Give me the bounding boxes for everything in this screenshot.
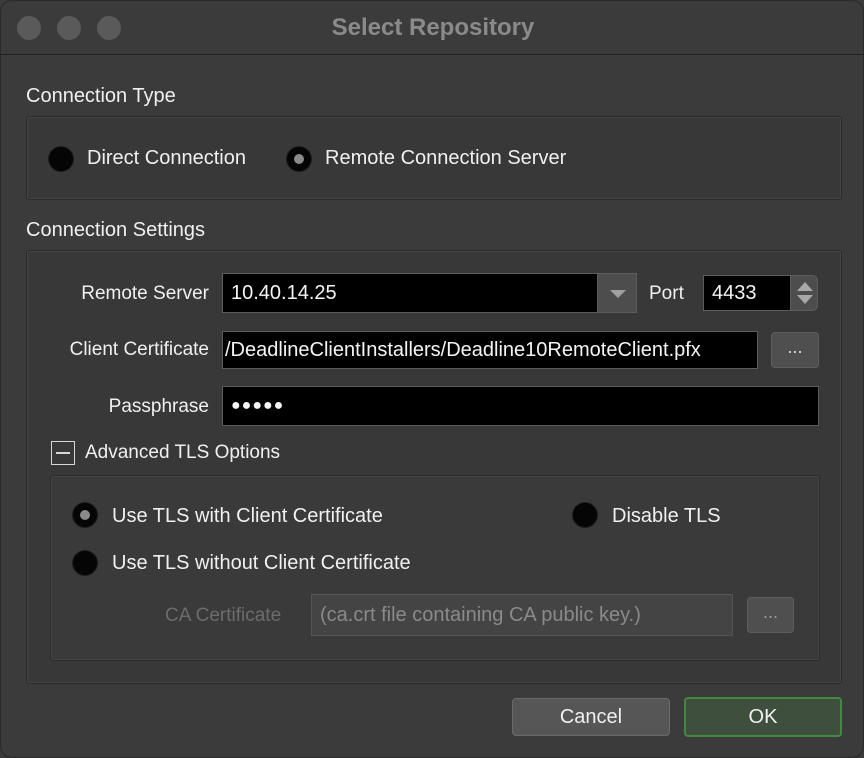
connection-settings-group: Remote Server 10.40.14.25 Port 4433 Clie…	[26, 250, 842, 684]
remote-connection-server-label[interactable]: Remote Connection Server	[325, 147, 566, 170]
advanced-tls-options-label[interactable]: Advanced TLS Options	[85, 442, 280, 464]
tls-with-client-cert-label[interactable]: Use TLS with Client Certificate	[112, 505, 383, 528]
port-label: Port	[649, 283, 684, 304]
remote-server-dropdown-button[interactable]	[597, 273, 637, 313]
connection-type-label: Connection Type	[26, 85, 176, 107]
connection-type-group: Direct Connection Remote Connection Serv…	[26, 116, 842, 200]
direct-connection-radio[interactable]	[48, 146, 74, 172]
remote-connection-server-radio[interactable]	[286, 146, 312, 172]
disable-tls-label[interactable]: Disable TLS	[612, 505, 721, 528]
title-bar: Select Repository	[1, 1, 863, 55]
client-certificate-label: Client Certificate	[69, 339, 209, 360]
remote-server-input[interactable]: 10.40.14.25	[222, 273, 598, 313]
direct-connection-label[interactable]: Direct Connection	[87, 147, 246, 170]
ca-certificate-browse-button[interactable]: ...	[747, 597, 794, 633]
ca-certificate-label: CA Certificate	[165, 605, 282, 626]
tls-without-client-cert-radio[interactable]	[72, 550, 98, 576]
tls-with-client-cert-radio[interactable]	[72, 502, 98, 528]
port-stepper[interactable]	[790, 275, 818, 311]
connection-settings-label: Connection Settings	[26, 219, 206, 241]
advanced-tls-group: Use TLS with Client Certificate Disable …	[50, 475, 820, 661]
ca-certificate-input[interactable]: (ca.crt file containing CA public key.)	[311, 594, 733, 636]
remote-server-label: Remote Server	[81, 283, 209, 304]
passphrase-input[interactable]: ●●●●●	[222, 386, 819, 426]
passphrase-label: Passphrase	[108, 396, 209, 417]
tls-without-client-cert-label[interactable]: Use TLS without Client Certificate	[112, 552, 411, 575]
client-certificate-browse-button[interactable]: ...	[771, 332, 819, 368]
cancel-button[interactable]: Cancel	[512, 698, 670, 736]
select-repository-dialog: Select Repository Connection Type Direct…	[0, 0, 864, 758]
window-title: Select Repository	[331, 14, 535, 41]
port-input[interactable]: 4433	[703, 275, 791, 311]
ok-button[interactable]: OK	[684, 697, 842, 737]
collapse-minus-icon[interactable]	[51, 441, 75, 465]
disable-tls-radio[interactable]	[572, 502, 598, 528]
arrow-down-icon[interactable]	[797, 295, 813, 304]
client-certificate-input[interactable]: /DeadlineClientInstallers/Deadline10Remo…	[222, 331, 758, 369]
arrow-up-icon[interactable]	[797, 282, 813, 291]
